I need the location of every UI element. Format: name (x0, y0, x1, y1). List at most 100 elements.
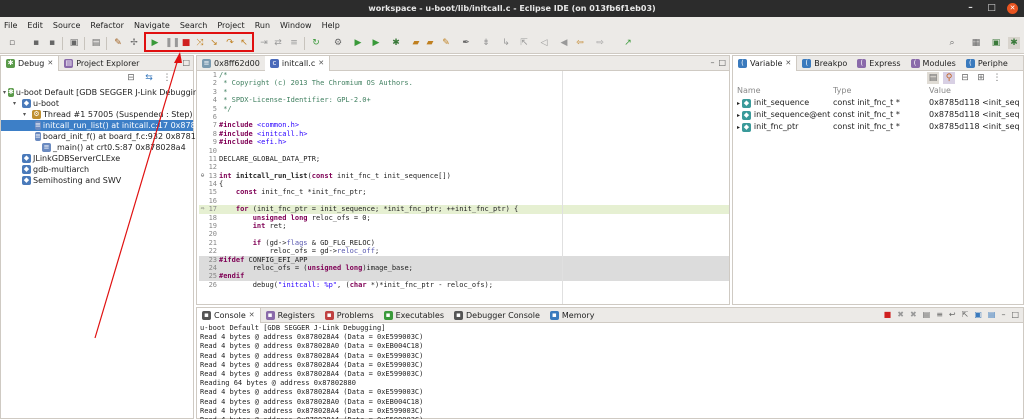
code-line[interactable]: 23 #ifdef CONFIG_EFI_APP (199, 255, 729, 264)
gutter[interactable] (199, 180, 206, 188)
tab-registers[interactable]: ▪ Registers (261, 308, 320, 323)
gutter[interactable] (199, 96, 206, 104)
code-line[interactable]: 1/* (199, 71, 729, 79)
close-icon[interactable]: ✕ (318, 59, 324, 67)
instruction-pointer-icon[interactable]: ⇨ (199, 205, 206, 213)
code-line[interactable]: 15 const init_fnc_t *init_fnc_ptr; (199, 188, 729, 196)
code-line[interactable]: 11 DECLARE_GLOBAL_DATA_PTR; (199, 155, 729, 163)
code-line[interactable]: 12 (199, 163, 729, 171)
code-line[interactable]: 10 (199, 147, 729, 155)
pin-icon[interactable]: ⇱ (518, 37, 530, 49)
code-line[interactable]: 25 #endif (199, 272, 729, 281)
menu-search[interactable]: Search (180, 21, 207, 30)
close-icon[interactable]: ✕ (785, 59, 791, 67)
maximize-icon[interactable]: □ (986, 3, 997, 14)
search-tool-icon[interactable]: ✎ (440, 37, 452, 49)
code-line[interactable]: 14{ (199, 180, 729, 188)
gutter[interactable] (199, 188, 206, 196)
variable-row[interactable]: ▸ ◆ init_fnc_ptr const init_fnc_t * 0x8785d… (733, 121, 1023, 133)
tab-problems[interactable]: ▪ Problems (320, 308, 379, 323)
code-line[interactable]: 2 * Copyright (c) 2013 The Chromium OS A… (199, 79, 729, 87)
terminate-icon[interactable]: ■ (884, 310, 892, 319)
menu-source[interactable]: Source (53, 21, 80, 30)
debug-tree-item[interactable]: ◆ Semihosting and SWV (1, 175, 193, 186)
external-tools-icon[interactable]: ▶ (370, 37, 382, 49)
code-line[interactable]: ⊖ 13 int initcall_run_list(const init_fnc_… (199, 172, 729, 180)
prev-annotation-icon[interactable]: ⇟ (480, 37, 492, 49)
refresh-icon[interactable]: ↻ (310, 37, 322, 49)
copy-icon[interactable]: ▤ (923, 310, 931, 319)
next-edit-icon[interactable]: ↳ (500, 37, 512, 49)
tab-executables[interactable]: ▪ Executables (379, 308, 449, 323)
menu-help[interactable]: Help (322, 21, 340, 30)
menu-navigate[interactable]: Navigate (134, 21, 170, 30)
debug-icon[interactable]: ✱ (390, 37, 402, 49)
tab-express[interactable]: (Express (852, 56, 905, 71)
skip-breakpoints-icon[interactable]: ✎ (112, 37, 124, 49)
gutter[interactable] (199, 230, 206, 238)
variable-value[interactable]: 0x8785d118 <init_seq (929, 109, 1023, 121)
back-icon[interactable]: ⇦ (574, 37, 586, 49)
code-line[interactable]: 22 reloc_ofs = gd->reloc_off; (199, 247, 729, 255)
variable-value[interactable]: 0x8785d118 <init_seq (929, 97, 1023, 109)
expand-all-icon[interactable]: ⊞ (975, 72, 987, 84)
close-icon[interactable]: ✕ (47, 59, 53, 67)
use-step-filters-icon[interactable]: ≡ (288, 37, 300, 49)
tab-modules[interactable]: (Modules (906, 56, 961, 71)
maximize-icon[interactable]: □ (182, 58, 190, 67)
minimize-icon[interactable]: – (965, 3, 976, 14)
minimize-icon[interactable]: – (174, 58, 178, 67)
save-all-icon[interactable]: ▪ (46, 37, 58, 49)
gutter[interactable] (199, 130, 206, 138)
debug-tree-item[interactable]: ▾ ◆ u-boot (1, 98, 193, 109)
col-name[interactable]: Name (733, 85, 833, 97)
gutter[interactable] (199, 197, 206, 205)
open-folder-icon[interactable]: ▰ (410, 37, 422, 49)
maximize-icon[interactable]: □ (1011, 310, 1019, 319)
tab-periphe[interactable]: (Periphe (961, 56, 1013, 71)
word-wrap-icon[interactable]: ↩ (949, 310, 956, 319)
code-line[interactable]: 9 #include <efi.h> (199, 138, 729, 146)
open-perspective-icon[interactable]: ▦ (970, 37, 982, 49)
show-type-names-icon[interactable]: ▤ (927, 72, 939, 84)
debug-tree-item[interactable]: ▾ ✱ u-boot Default [GDB SEGGER J-Link Debu… (1, 87, 206, 98)
gutter[interactable] (199, 222, 206, 230)
tab-variable[interactable]: (Variable ✕ (733, 55, 798, 71)
open-type-icon[interactable]: ▰ (424, 37, 436, 49)
gutter[interactable] (199, 147, 206, 155)
settings-icon[interactable]: ⚙ (332, 37, 344, 49)
tab-initcall-c[interactable]: c initcall.c ✕ (264, 55, 331, 71)
show-logical-icon[interactable]: ⚲ (943, 72, 955, 84)
gutter[interactable] (199, 88, 206, 96)
gutter[interactable] (199, 138, 206, 146)
view-menu-icon[interactable]: ⋮ (991, 72, 1003, 84)
code-line[interactable]: 16 (199, 197, 729, 205)
gutter[interactable] (199, 264, 206, 272)
code-line[interactable]: 18 unsigned long reloc_ofs = 0; (199, 214, 729, 222)
pin-console-icon[interactable]: ⇱ (962, 310, 969, 319)
fold-icon[interactable]: ⊖ (199, 172, 206, 180)
code-line[interactable]: 26 debug("initcall: %p", (char *)*init_f… (199, 281, 729, 289)
link-editor-icon[interactable]: ⇆ (143, 72, 155, 84)
tab-breakpo[interactable]: (Breakpo (797, 56, 852, 71)
gutter[interactable] (199, 272, 206, 280)
code-line[interactable]: 24 reloc_ofs = (unsigned long)image_base… (199, 263, 729, 273)
remove-launch-icon[interactable]: ✖ (897, 310, 904, 319)
code-line[interactable]: 4 * SPDX-License-Identifier: GPL-2.0+ (199, 96, 729, 104)
tab-debug[interactable]: ✱ Debug ✕ (1, 55, 60, 71)
menu-edit[interactable]: Edit (27, 21, 43, 30)
search-icon[interactable]: ⌕ (946, 37, 958, 49)
tab-disassembly[interactable]: ≡ 0x8ff62d00 (197, 56, 265, 71)
back-history-icon[interactable]: ◀ (558, 37, 570, 49)
code-line[interactable]: 3 * (199, 88, 729, 96)
terminal-icon[interactable]: ▤ (90, 37, 102, 49)
code-line[interactable]: 5 */ (199, 105, 729, 113)
gutter[interactable] (199, 247, 206, 255)
gutter[interactable] (199, 121, 206, 129)
gutter[interactable] (199, 256, 206, 264)
gutter[interactable] (199, 79, 206, 87)
code-line[interactable]: 6 (199, 113, 729, 121)
variable-row[interactable]: ▸ ◆ init_sequence const init_fnc_t * 0x8785… (733, 97, 1023, 109)
tab-memory[interactable]: ▪ Memory (545, 308, 600, 323)
annotation-next-icon[interactable]: ✒ (460, 37, 472, 49)
